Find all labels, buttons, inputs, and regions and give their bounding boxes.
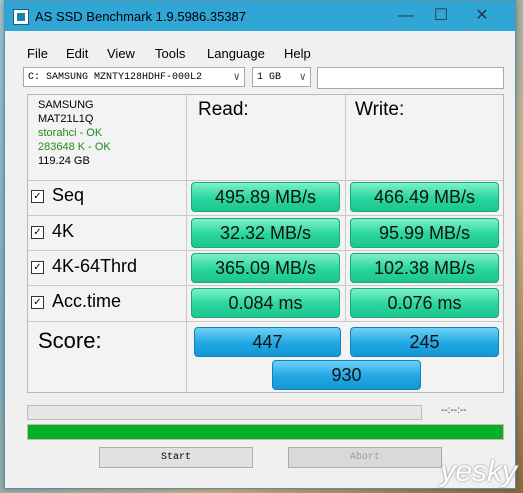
drive-select[interactable]: C: SAMSUNG MZNTY128HDHF-000L2 ∨ [23, 67, 245, 87]
drive-firmware: MAT21L1Q [38, 113, 94, 125]
chevron-down-icon: ∨ [233, 72, 240, 84]
result-name-input[interactable] [317, 67, 504, 89]
menu-help[interactable]: Help [284, 46, 311, 61]
drive-capacity: 119.24 GB [38, 155, 90, 167]
test-label: Acc.time [52, 291, 122, 311]
divider [28, 285, 503, 286]
divider [28, 321, 503, 322]
title-bar: AS SSD Benchmark 1.9.5986.35387 — ☐ ✕ [5, 1, 515, 31]
maximize-icon[interactable]: ☐ [426, 5, 456, 27]
alignment-status: 283648 K - OK [38, 141, 111, 153]
drive-info: SAMSUNG MAT21L1Q storahci - OK 283648 K … [38, 98, 111, 168]
write-header: Write: [355, 99, 405, 120]
yesky-logo: yesky [440, 455, 517, 488]
test-label: 4K [52, 221, 75, 241]
elapsed-time: --:--:-- [441, 405, 467, 416]
write-score: 245 [350, 327, 499, 357]
divider [345, 95, 346, 322]
progress-bar-overall [27, 424, 504, 440]
drive-select-value: C: SAMSUNG MZNTY128HDHF-000L2 [28, 72, 203, 83]
4k-write-result: 95.99 MB/s [350, 218, 499, 248]
menu-view[interactable]: View [107, 46, 135, 61]
read-score: 447 [194, 327, 341, 357]
checkbox-4k[interactable]: ✓ [31, 226, 44, 239]
checkbox-seq[interactable]: ✓ [31, 190, 44, 203]
chevron-down-icon: ∨ [299, 72, 306, 84]
test-acc-time[interactable]: ✓ Acc.time [31, 291, 121, 312]
start-button[interactable]: Start [99, 447, 253, 468]
as-ssd-window: AS SSD Benchmark 1.9.5986.35387 — ☐ ✕ Fi… [4, 0, 516, 489]
divider [28, 215, 503, 216]
progress-bar-current [27, 405, 422, 420]
menu-tools[interactable]: Tools [155, 46, 185, 61]
minimize-icon[interactable]: — [391, 5, 421, 27]
4k64-read-result: 365.09 MB/s [191, 253, 340, 283]
seq-write-result: 466.49 MB/s [350, 182, 499, 212]
checkbox-4k-64thrd[interactable]: ✓ [31, 261, 44, 274]
progress-fill [28, 425, 503, 439]
test-label: Seq [52, 185, 85, 205]
size-select[interactable]: 1 GB ∨ [252, 67, 311, 87]
total-score: 930 [272, 360, 421, 390]
test-4k-64thrd[interactable]: ✓ 4K-64Thrd [31, 256, 137, 277]
4k64-write-result: 102.38 MB/s [350, 253, 499, 283]
acc-read-result: 0.084 ms [191, 288, 340, 318]
menu-bar: File Edit View Tools Language Help [5, 43, 515, 63]
drive-vendor: SAMSUNG [38, 99, 94, 111]
results-grid: SAMSUNG MAT21L1Q storahci - OK 283648 K … [27, 94, 504, 393]
acc-write-result: 0.076 ms [350, 288, 499, 318]
test-seq[interactable]: ✓ Seq [31, 185, 84, 206]
divider [28, 180, 503, 181]
divider [28, 250, 503, 251]
app-icon [13, 9, 29, 25]
seq-read-result: 495.89 MB/s [191, 182, 340, 212]
size-select-value: 1 GB [257, 72, 282, 83]
score-label: Score: [38, 328, 102, 353]
window-title: AS SSD Benchmark 1.9.5986.35387 [35, 9, 247, 24]
abort-button[interactable]: Abort [288, 447, 442, 468]
checkbox-acc-time[interactable]: ✓ [31, 296, 44, 309]
test-label: 4K-64Thrd [52, 256, 138, 276]
menu-language[interactable]: Language [207, 46, 265, 61]
4k-read-result: 32.32 MB/s [191, 218, 340, 248]
menu-edit[interactable]: Edit [66, 46, 88, 61]
driver-status: storahci - OK [38, 127, 103, 139]
test-4k[interactable]: ✓ 4K [31, 221, 74, 242]
divider [186, 95, 187, 392]
close-icon[interactable]: ✕ [467, 5, 497, 27]
menu-file[interactable]: File [27, 46, 48, 61]
read-header: Read: [198, 99, 249, 120]
